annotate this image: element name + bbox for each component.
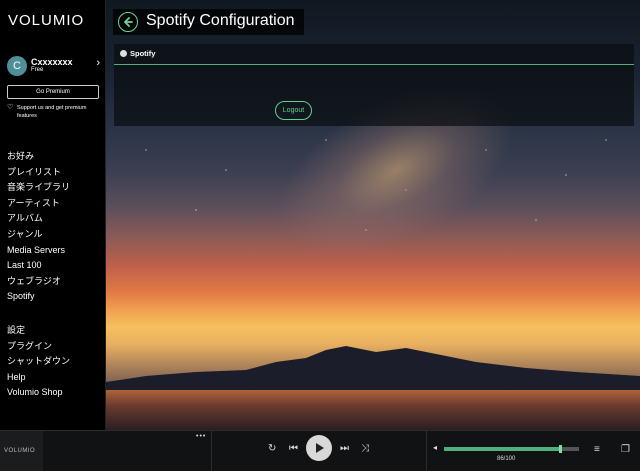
volume-icon[interactable]: ◂ xyxy=(433,443,437,452)
more-options-icon[interactable]: ••• xyxy=(196,433,206,440)
queue-icon[interactable]: ≡ xyxy=(594,444,600,455)
mountain-silhouette xyxy=(106,346,640,392)
user-plan: Free xyxy=(31,67,44,73)
nav-item-music-library[interactable]: 音楽ライブラリ xyxy=(7,180,105,196)
go-premium-button[interactable]: Go Premium xyxy=(7,85,99,99)
support-text: Support us and get premium features xyxy=(17,105,87,119)
spotify-icon xyxy=(120,50,127,57)
card-title: Spotify xyxy=(130,49,156,58)
page-title: Spotify Configuration xyxy=(146,12,295,29)
arrow-left-icon xyxy=(124,17,133,27)
nav-primary: お好み プレイリスト 音楽ライブラリ アーティスト アルバム ジャンル Medi… xyxy=(7,149,105,305)
nav-item-volumio-shop[interactable]: Volumio Shop xyxy=(7,385,105,401)
chevron-right-icon[interactable]: › xyxy=(96,57,100,69)
card-header: Spotify xyxy=(114,44,634,65)
skip-previous-icon[interactable]: ⏮ xyxy=(289,443,298,454)
nav-item-plugins[interactable]: プラグイン xyxy=(7,339,105,355)
divider xyxy=(211,431,212,471)
nav-item-spotify[interactable]: Spotify xyxy=(7,289,105,305)
spotify-settings-card: Spotify Logout xyxy=(114,44,634,126)
logout-button[interactable]: Logout xyxy=(275,101,312,120)
sidebar: VOLUMIO C Cxxxxxxx Free › Go Premium ♡ S… xyxy=(0,0,106,430)
back-button[interactable] xyxy=(118,12,138,32)
nav-item-artists[interactable]: アーティスト xyxy=(7,196,105,212)
nav-item-help[interactable]: Help xyxy=(7,370,105,386)
user-name: Cxxxxxxx xyxy=(31,57,73,67)
skip-next-icon[interactable]: ⏭ xyxy=(340,443,349,454)
volume-fill xyxy=(444,447,560,451)
play-icon xyxy=(316,443,324,453)
volume-slider[interactable] xyxy=(444,445,579,453)
repeat-icon[interactable]: ↻ xyxy=(268,443,276,454)
volume-value: 86/100 xyxy=(497,456,516,462)
album-art[interactable]: VOLUMIO xyxy=(0,431,43,471)
heart-icon: ♡ xyxy=(7,104,14,111)
user-profile[interactable]: C Cxxxxxxx Free › xyxy=(7,55,102,77)
avatar: C xyxy=(7,56,27,76)
page-header: Spotify Configuration xyxy=(113,9,304,35)
album-art-label: VOLUMIO xyxy=(4,448,36,454)
divider xyxy=(426,431,427,471)
nav-item-last-100[interactable]: Last 100 xyxy=(7,258,105,274)
nav-item-albums[interactable]: アルバム xyxy=(7,211,105,227)
nav-item-genres[interactable]: ジャンル xyxy=(7,227,105,243)
player-bar: VOLUMIO ••• ↻ ⏮ ⏭ ⤨ ◂ 86/100 ≡ ❐ xyxy=(0,430,640,471)
volumio-logo[interactable]: VOLUMIO xyxy=(8,12,84,29)
lake-reflection xyxy=(106,390,640,430)
play-button[interactable] xyxy=(306,435,332,461)
nav-secondary: 設定 プラグイン シャットダウン Help Volumio Shop xyxy=(7,323,105,401)
volumio-app: VOLUMIO C Cxxxxxxx Free › Go Premium ♡ S… xyxy=(0,0,640,471)
nav-item-media-servers[interactable]: Media Servers xyxy=(7,243,105,259)
volume-handle[interactable] xyxy=(559,445,562,453)
playlist-icon[interactable]: ❐ xyxy=(621,444,630,455)
nav-item-settings[interactable]: 設定 xyxy=(7,323,105,339)
nav-item-playlists[interactable]: プレイリスト xyxy=(7,165,105,181)
shuffle-icon[interactable]: ⤨ xyxy=(361,443,369,454)
nav-item-shutdown[interactable]: シャットダウン xyxy=(7,354,105,370)
nav-item-favorites[interactable]: お好み xyxy=(7,149,105,165)
nav-item-web-radio[interactable]: ウェブラジオ xyxy=(7,274,105,290)
